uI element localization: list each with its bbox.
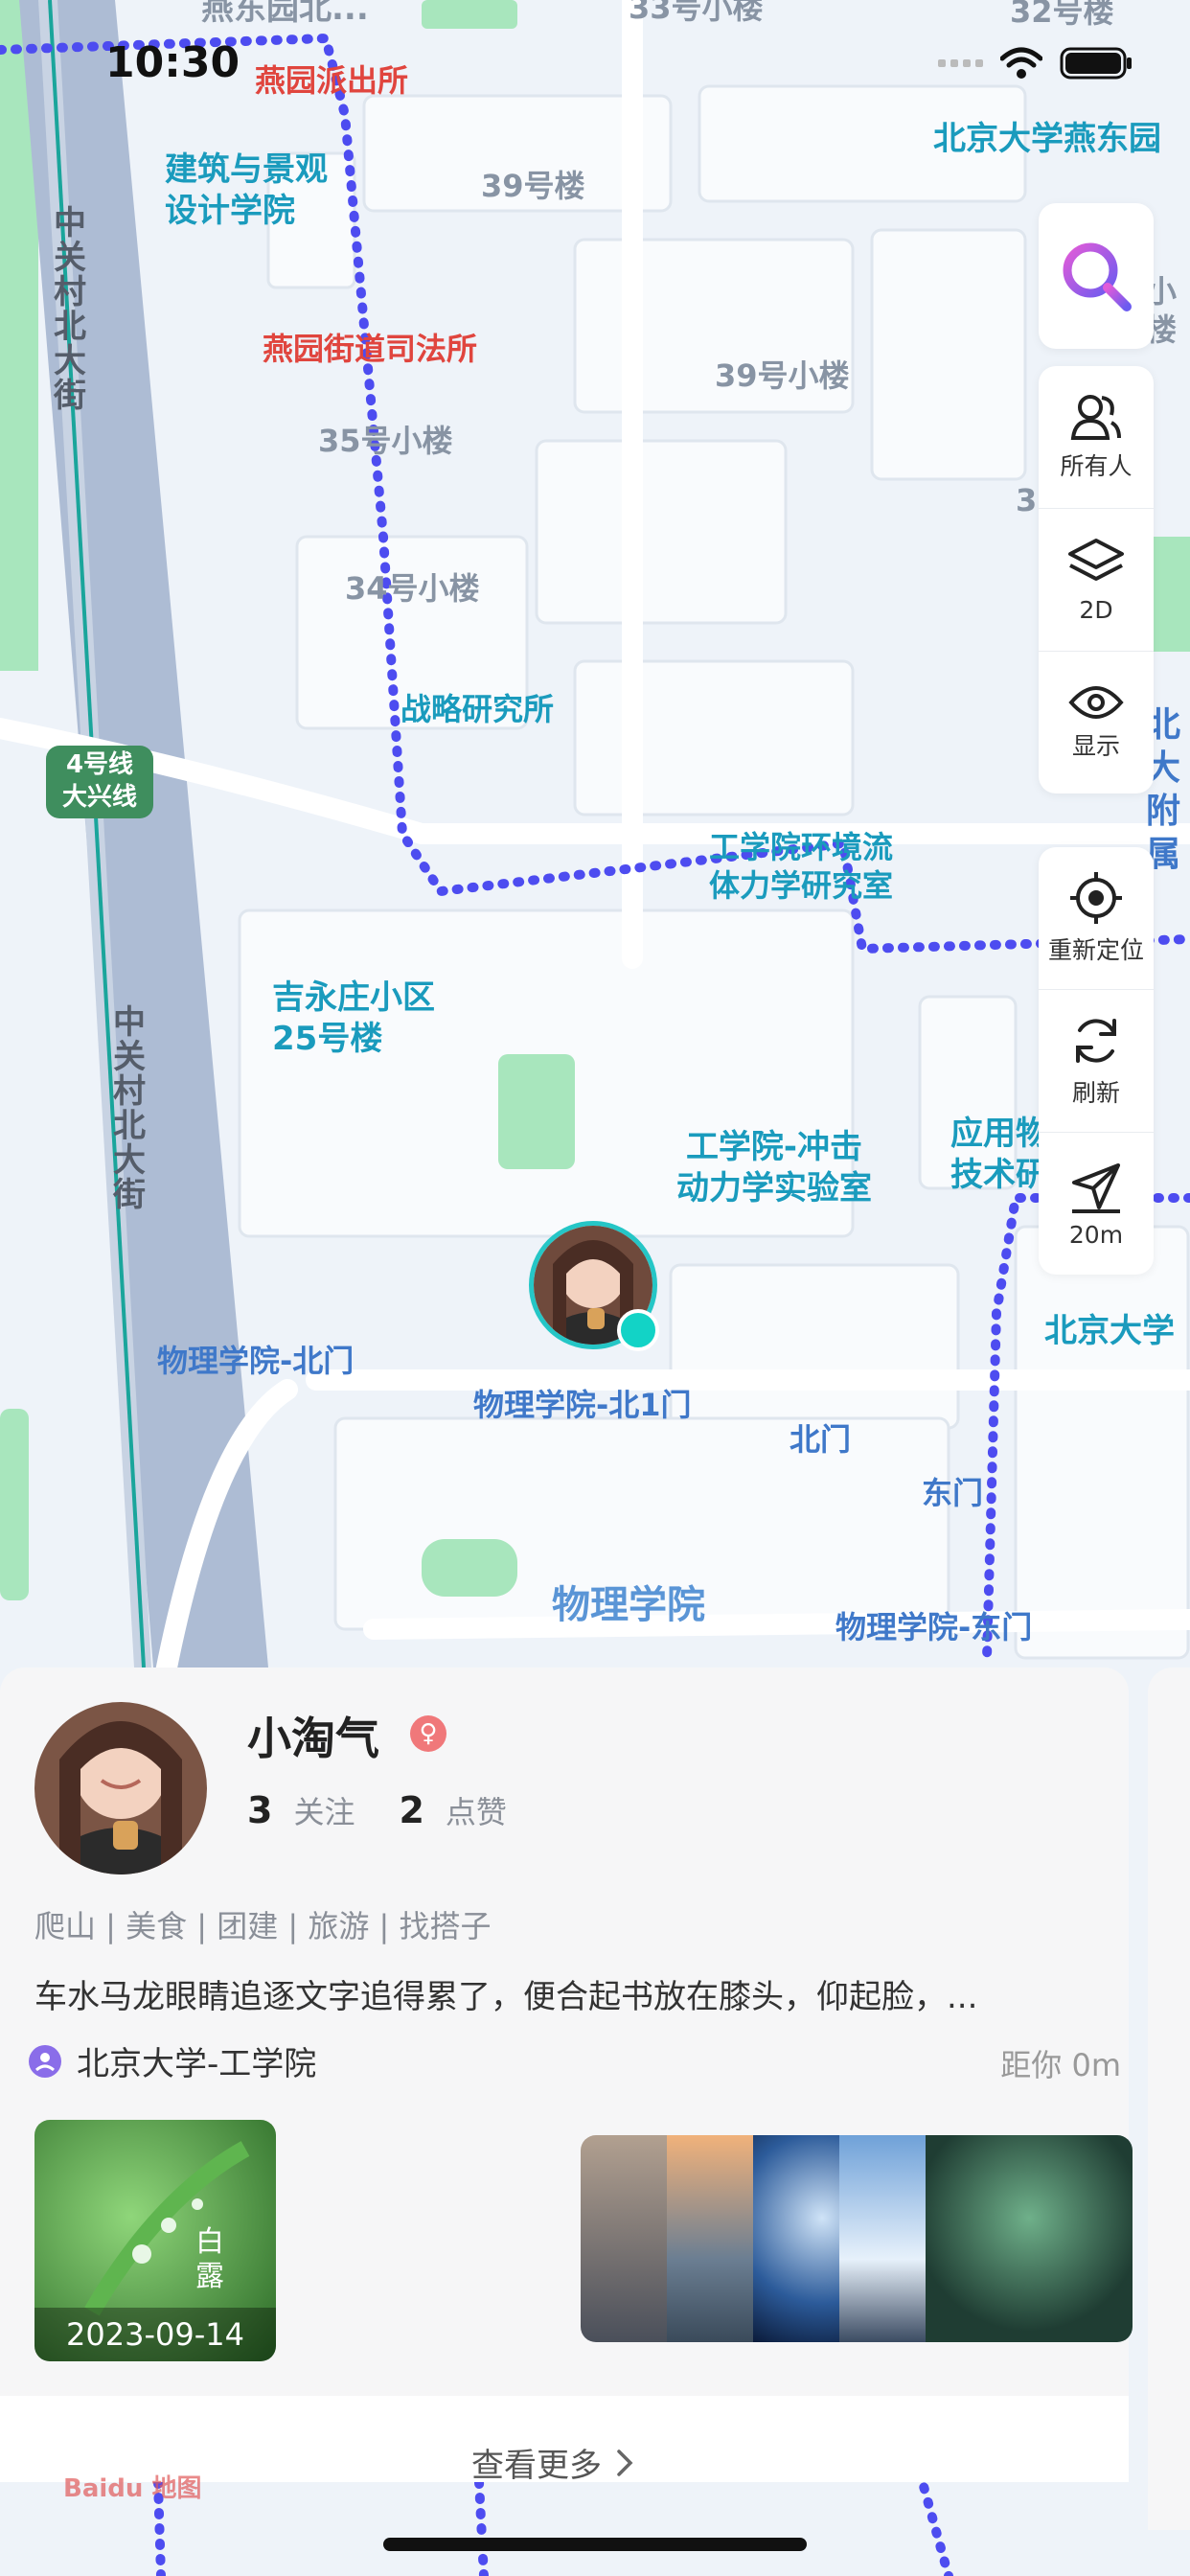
map-label: 工学院环境流 体力学研究室 — [709, 829, 894, 904]
map-label: 应用物 技术研 — [950, 1115, 1048, 1194]
status-time: 10:30 — [105, 38, 240, 87]
tool-label: 重新定位 — [1047, 936, 1144, 964]
layers-icon — [1068, 538, 1124, 581]
next-card-peek[interactable] — [1148, 1668, 1190, 2530]
tool-label: 刷新 — [1071, 1079, 1120, 1107]
layer-toggle-button[interactable]: 2D — [1039, 508, 1154, 651]
subway-line-label: 4号线 大兴线 — [61, 750, 137, 812]
map-label: 39号楼 — [481, 168, 585, 204]
navigate-icon — [1072, 1162, 1120, 1213]
eye-icon — [1068, 686, 1124, 719]
online-status-dot — [617, 1309, 659, 1351]
refresh-icon — [1076, 1019, 1116, 1063]
chevron-right-icon — [617, 2449, 633, 2476]
map-label: 物理学院-北1门 — [473, 1387, 692, 1423]
people-icon — [1070, 395, 1121, 440]
map-label: 32号楼 — [1010, 0, 1114, 30]
relocate-button[interactable]: 重新定位 — [1039, 847, 1154, 989]
locate-icon — [1070, 872, 1122, 924]
map-label: 北门 — [790, 1421, 852, 1458]
map-label: 燕园派出所 — [255, 62, 409, 99]
user-nickname: 小淘气 — [247, 1713, 379, 1764]
search-icon — [1063, 242, 1132, 311]
photo-thumbnail — [926, 2135, 1133, 2342]
photo-date: 2023-09-14 — [34, 2308, 276, 2361]
map-label: 34号小楼 — [345, 570, 480, 607]
map-controls-panel: 重新定位 刷新 20m — [1039, 847, 1154, 1275]
map-options-panel: 所有人 2D 显示 — [1039, 366, 1154, 794]
map-label: 物理学院-北门 — [157, 1343, 355, 1379]
card-avatar[interactable] — [34, 1702, 207, 1874]
street-label: 中关村北大街 — [106, 1004, 146, 1211]
photo-thumbnail — [753, 2135, 839, 2342]
status-icons — [938, 44, 1133, 82]
following-label: 关注 — [293, 1794, 355, 1830]
female-icon: ♀ — [410, 1715, 446, 1752]
following-count: 3 — [247, 1789, 273, 1831]
see-more-label: 查看更多 — [471, 2447, 602, 2485]
home-indicator[interactable] — [383, 2538, 807, 2551]
map-label: 东门 — [922, 1475, 984, 1511]
user-bio: 车水马龙眼睛追逐文字追得累了，便合起书放在膝头，仰起脸，... — [34, 1978, 978, 2016]
baidu-map-logo: Baidu 地图 — [63, 2474, 202, 2503]
map-label: 39号小楼 — [715, 357, 850, 394]
photo-caption: 白 露 — [195, 2225, 224, 2293]
map-label: 3 — [1016, 482, 1038, 518]
map-label: 燕园街道司法所 — [263, 331, 478, 367]
map-label: 物理学院 — [552, 1583, 705, 1627]
map-label: 北京大学 — [1044, 1312, 1175, 1350]
battery-icon — [1060, 47, 1132, 80]
likes-label: 点赞 — [445, 1794, 507, 1830]
user-stats: 3 关注 2 点赞 — [247, 1788, 507, 1832]
location-row: 北京大学-工学院 — [27, 2037, 316, 2084]
map-label: 燕东园北... — [201, 0, 369, 28]
location-pin-icon — [29, 2044, 61, 2078]
location-text: 北京大学-工学院 — [77, 2045, 317, 2083]
tool-label: 显示 — [1071, 732, 1120, 760]
avatar-image — [34, 1702, 207, 1874]
photo-thumbnail[interactable]: 白 露 2023-09-14 — [34, 2120, 276, 2361]
map-label: 35号小楼 — [318, 423, 453, 459]
map-label: 物理学院-东门 — [835, 1609, 1033, 1645]
tool-label: 20m — [1068, 1220, 1124, 1249]
tool-label: 所有人 — [1060, 452, 1133, 480]
map-label: 吉永庄小区 25号楼 — [272, 978, 435, 1058]
likes-count: 2 — [399, 1789, 424, 1831]
distance-button[interactable]: 20m — [1039, 1132, 1154, 1275]
photo-gallery-strip[interactable] — [581, 2135, 1133, 2342]
tool-label: 2D — [1079, 595, 1113, 624]
signal-icon — [938, 59, 983, 67]
refresh-button[interactable]: 刷新 — [1039, 989, 1154, 1132]
interest-tags: 爬山 | 美食 | 团建 | 旅游 | 找搭子 — [34, 1908, 492, 1944]
map-label: 工学院-冲击 动力学实验室 — [676, 1128, 872, 1208]
visibility-toggle-button[interactable]: 显示 — [1039, 651, 1154, 794]
photo-thumbnail — [581, 2135, 667, 2342]
distance-text: 距你 0m — [1000, 2047, 1121, 2083]
map-label: 战略研究所 — [400, 691, 555, 727]
map-label: 北京大学燕东园 — [933, 120, 1161, 158]
wifi-icon — [1000, 47, 1042, 79]
photo-thumbnail — [839, 2135, 926, 2342]
people-filter-button[interactable]: 所有人 — [1039, 366, 1154, 508]
search-button[interactable] — [1039, 203, 1154, 349]
map-label: 33号小楼 — [629, 0, 764, 26]
photo-thumbnail — [667, 2135, 753, 2342]
see-more-button[interactable]: 查看更多 — [471, 2439, 634, 2486]
map-label: 建筑与景观 设计学院 — [165, 150, 328, 230]
street-label: 中关村北大街 — [47, 205, 86, 412]
